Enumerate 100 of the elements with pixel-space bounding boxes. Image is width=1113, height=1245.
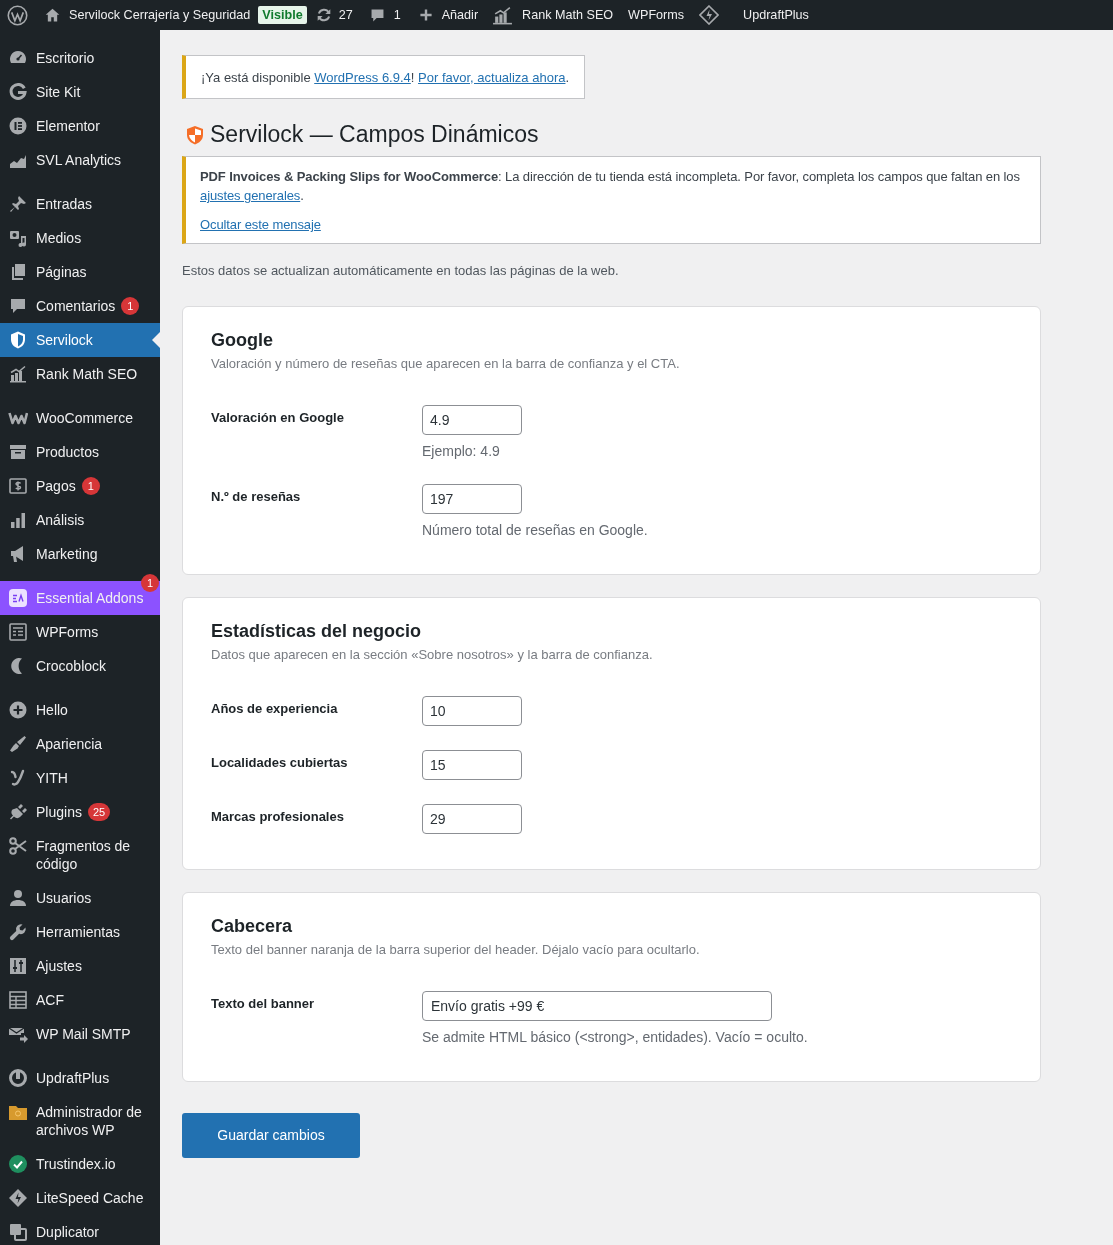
shield-icon bbox=[8, 330, 28, 350]
number-input[interactable]: 29 bbox=[422, 804, 522, 834]
tile-icon bbox=[8, 588, 28, 608]
plus-icon bbox=[417, 7, 434, 23]
bar-chart-icon bbox=[8, 510, 28, 530]
menu-item[interactable]: Duplicator bbox=[0, 1215, 160, 1245]
g-icon bbox=[8, 82, 28, 102]
field-help: Se admite HTML básico (<strong>, entidades). Vacío = oculto. bbox=[422, 1028, 808, 1046]
menu-item[interactable]: Administrador de archivos WP bbox=[0, 1095, 160, 1147]
number-input[interactable]: 4.9 bbox=[422, 405, 522, 435]
number-input[interactable]: 15 bbox=[422, 750, 522, 780]
plus-circle-icon bbox=[8, 700, 28, 720]
menu-item[interactable]: Hello bbox=[0, 693, 160, 727]
menu-item[interactable]: Site Kit bbox=[0, 75, 160, 109]
field-help: Número total de reseñas en Google. bbox=[422, 521, 648, 539]
new-content-link[interactable]: Añadir bbox=[417, 0, 479, 30]
toolbar-link[interactable]: UpdraftPlus bbox=[743, 0, 809, 30]
menu-item[interactable]: Pagos 1 bbox=[0, 469, 160, 503]
menu-item[interactable]: YITH bbox=[0, 761, 160, 795]
notice-link[interactable]: WordPress 6.9.4 bbox=[314, 69, 411, 85]
text-input[interactable]: Envío gratis +99 € bbox=[422, 991, 772, 1021]
site-name-link[interactable]: Servilock Cerrajería y Seguridad bbox=[44, 0, 251, 30]
field-label: Años de experiencia bbox=[211, 701, 338, 716]
menu-item[interactable]: Comentarios 1 bbox=[0, 289, 160, 323]
diamond-icon[interactable] bbox=[699, 5, 720, 25]
triangle-pointer-icon bbox=[152, 332, 160, 348]
menu-item[interactable]: ACF bbox=[0, 983, 160, 1017]
menu-item[interactable]: Plugins 25 bbox=[0, 795, 160, 829]
bar-chart-icon bbox=[8, 364, 28, 384]
menu-item[interactable]: UpdraftPlus bbox=[0, 1061, 160, 1095]
paintbrush-icon bbox=[8, 734, 28, 754]
notice-text: ¡Ya está disponible WordPress 6.9.4! Por favor, actualiza ahora. bbox=[201, 68, 570, 87]
check-circle-icon bbox=[8, 1154, 28, 1174]
menu-item[interactable]: Páginas bbox=[0, 255, 160, 289]
home-icon bbox=[44, 6, 61, 24]
menu-item[interactable]: Medios bbox=[0, 221, 160, 255]
plug-icon bbox=[8, 802, 28, 822]
menu-item[interactable]: Trustindex.io bbox=[0, 1147, 160, 1181]
menu-item[interactable]: Marketing bbox=[0, 537, 160, 571]
field-help: Ejemplo: 4.9 bbox=[422, 442, 500, 460]
section-description: Valoración y número de reseñas que aparecen en la barra de confianza y el CTA. bbox=[211, 355, 680, 373]
scissors-icon bbox=[8, 836, 28, 856]
field-label: N.º de reseñas bbox=[211, 489, 301, 504]
bar-chart-icon bbox=[492, 4, 514, 26]
section-title: Google bbox=[211, 329, 273, 352]
menu-item[interactable]: Escritorio bbox=[0, 41, 160, 75]
menu-item[interactable]: LiteSpeed Cache bbox=[0, 1181, 160, 1215]
logo-icon[interactable] bbox=[7, 4, 28, 26]
money-icon bbox=[8, 476, 28, 496]
archive-box-icon bbox=[8, 442, 28, 462]
updates-link[interactable]: 27 bbox=[314, 0, 353, 30]
menu-item[interactable]: Rank Math SEO bbox=[0, 357, 160, 391]
form-icon bbox=[8, 622, 28, 642]
copy-icon bbox=[8, 1222, 28, 1242]
menu-item[interactable]: WP Mail SMTP bbox=[0, 1017, 160, 1051]
menu-item[interactable]: Crocoblock bbox=[0, 649, 160, 683]
section-title: Cabecera bbox=[211, 915, 293, 938]
menu-item[interactable]: WooCommerce bbox=[0, 401, 160, 435]
shield-icon bbox=[185, 123, 205, 146]
menu-item[interactable]: Productos bbox=[0, 435, 160, 469]
menu-item[interactable]: Elementor bbox=[0, 109, 160, 143]
dismiss-link[interactable]: Ocultar este mensaje bbox=[200, 217, 321, 232]
number-input[interactable]: 197 bbox=[422, 484, 522, 514]
count-badge: 1 bbox=[81, 477, 100, 495]
user-icon bbox=[8, 888, 28, 908]
notice-text: PDF Invoices & Packing Slips for WooCommerce: La dirección de tu tienda está incompleta. Por favor, completa los campos que faltan en los ajustes generales. bbox=[200, 168, 1021, 205]
menu-item[interactable]: Ajustes bbox=[0, 949, 160, 983]
toolbar-link[interactable]: Rank Math SEO bbox=[492, 0, 614, 30]
menu-item[interactable]: SVL Analytics bbox=[0, 143, 160, 177]
sliders-icon bbox=[8, 956, 28, 976]
count-badge: 25 bbox=[87, 803, 111, 821]
count-badge: 1 bbox=[141, 574, 159, 592]
intro-text: Estos datos se actualizan automáticamente en todas las páginas de la web. bbox=[182, 262, 619, 280]
save-button[interactable]: Guardar cambios bbox=[182, 1113, 360, 1158]
field-label: Texto del banner bbox=[211, 996, 315, 1011]
page-title: Servilock — Campos Dinámicos bbox=[210, 120, 539, 149]
menu-item[interactable]: Fragmentos de código bbox=[0, 829, 160, 881]
comments-link[interactable]: 1 bbox=[368, 0, 401, 30]
speech-bubble-icon bbox=[8, 296, 28, 316]
menu-item[interactable]: Entradas bbox=[0, 187, 160, 221]
wrench-icon bbox=[8, 922, 28, 942]
section-description: Datos que aparecen en la sección «Sobre nosotros» y la barra de confianza. bbox=[211, 646, 653, 664]
visibility-badge: Visible bbox=[258, 6, 307, 24]
menu-item[interactable]: Apariencia bbox=[0, 727, 160, 761]
field-label: Localidades cubiertas bbox=[211, 755, 348, 770]
menu-item[interactable]: Servilock bbox=[0, 323, 160, 357]
menu-item[interactable]: Análisis bbox=[0, 503, 160, 537]
pushpin-icon bbox=[8, 194, 28, 214]
number-input[interactable]: 10 bbox=[422, 696, 522, 726]
diamond-icon bbox=[8, 1188, 28, 1208]
field-label: Valoración en Google bbox=[211, 410, 344, 425]
circle-lines-icon bbox=[8, 116, 28, 136]
menu-item[interactable]: Usuarios bbox=[0, 881, 160, 915]
table-icon bbox=[8, 990, 28, 1010]
section-title: Estadísticas del negocio bbox=[211, 620, 422, 643]
ring-icon bbox=[8, 1068, 28, 1088]
toolbar-link[interactable]: WPForms bbox=[628, 0, 685, 30]
menu-item[interactable]: WPForms bbox=[0, 615, 160, 649]
camera-note-icon bbox=[8, 228, 28, 248]
menu-item[interactable]: Herramientas bbox=[0, 915, 160, 949]
